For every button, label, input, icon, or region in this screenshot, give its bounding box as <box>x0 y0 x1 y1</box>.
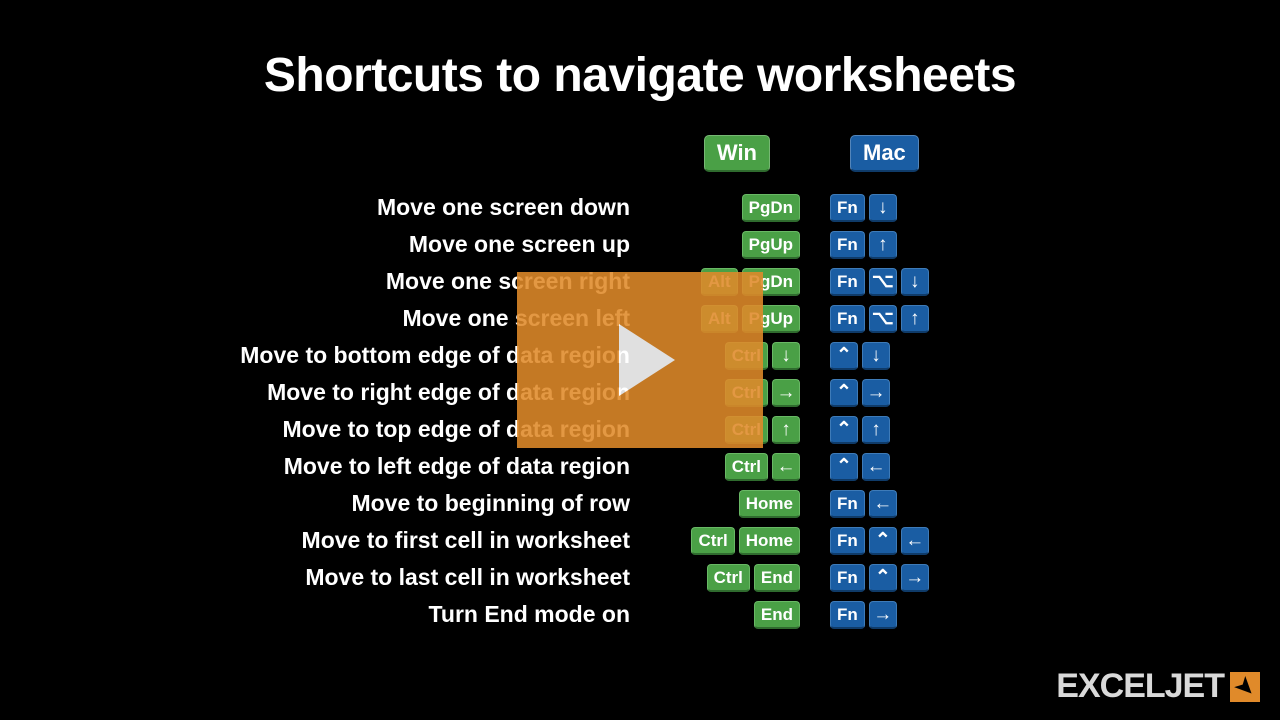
mac-keys: Fn↑ <box>820 231 1190 259</box>
keycap-mac: → <box>901 564 929 592</box>
keycap-mac: ⌃ <box>830 342 858 370</box>
keycap-win: Ctrl <box>707 564 750 592</box>
keycap-win: ↓ <box>772 342 800 370</box>
keycap-mac: Fn <box>830 305 865 333</box>
win-keys: CtrlEnd <box>650 564 820 592</box>
table-row: Turn End mode on End Fn→ <box>90 596 1190 633</box>
keycap-mac: Fn <box>830 490 865 518</box>
shortcut-label: Move to last cell in worksheet <box>90 564 650 591</box>
brand-text: EXCELJET <box>1056 667 1224 706</box>
keycap-mac: ⌥ <box>869 305 897 333</box>
win-keys: Ctrl← <box>650 453 820 481</box>
play-icon <box>619 324 675 396</box>
mac-keys: ⌃→ <box>820 379 1190 407</box>
keycap-win: Home <box>739 490 800 518</box>
shortcut-label: Move one screen up <box>90 231 650 258</box>
mac-keys: Fn⌃→ <box>820 564 1190 592</box>
mac-keys: Fn← <box>820 490 1190 518</box>
page-title: Shortcuts to navigate worksheets <box>0 48 1280 103</box>
keycap-mac: ↑ <box>869 231 897 259</box>
shortcut-label: Move to first cell in worksheet <box>90 527 650 554</box>
shortcut-label: Move to beginning of row <box>90 490 650 517</box>
win-keys: CtrlHome <box>650 527 820 555</box>
win-keys: PgUp <box>650 231 820 259</box>
keycap-mac: ↓ <box>869 194 897 222</box>
shortcut-label: Turn End mode on <box>90 601 650 628</box>
table-headers: Win Mac <box>90 135 1190 171</box>
keycap-mac: ⌃ <box>869 564 897 592</box>
mac-keys: Fn⌥↓ <box>820 268 1190 296</box>
keycap-mac: ⌃ <box>830 416 858 444</box>
keycap-mac: ⌥ <box>869 268 897 296</box>
keycap-mac: Fn <box>830 601 865 629</box>
keycap-mac: Fn <box>830 194 865 222</box>
shortcut-label: Move to left edge of data region <box>90 453 650 480</box>
keycap-mac: ↑ <box>862 416 890 444</box>
win-keys: End <box>650 601 820 629</box>
keycap-mac: → <box>869 601 897 629</box>
table-row: Move to first cell in worksheetCtrlHomeF… <box>90 522 1190 559</box>
keycap-win: → <box>772 379 800 407</box>
keycap-win: Ctrl <box>725 453 768 481</box>
keycap-win: ← <box>772 453 800 481</box>
keycap-win: End <box>754 601 800 629</box>
keycap-mac: Fn <box>830 564 865 592</box>
brand-logo: EXCELJET ➤ <box>1056 667 1260 706</box>
brand-icon: ➤ <box>1230 672 1260 702</box>
keycap-win: ↑ <box>772 416 800 444</box>
table-row: Move one screen down PgDn Fn↓ <box>90 189 1190 226</box>
mac-keys: ⌃← <box>820 453 1190 481</box>
shortcut-label: Move one screen down <box>90 194 650 221</box>
table-row: Move to last cell in worksheetCtrlEndFn⌃… <box>90 559 1190 596</box>
mac-keys: Fn→ <box>820 601 1190 629</box>
keycap-mac: ⌃ <box>830 379 858 407</box>
keycap-mac: Fn <box>830 268 865 296</box>
keycap-win: PgUp <box>742 231 800 259</box>
play-button[interactable] <box>517 272 763 448</box>
mac-keys: ⌃↑ <box>820 416 1190 444</box>
table-row: Move one screen up PgUp Fn↑ <box>90 226 1190 263</box>
win-keys: PgDn <box>650 194 820 222</box>
mac-keys: Fn⌥↑ <box>820 305 1190 333</box>
keycap-win: End <box>754 564 800 592</box>
header-mac: Mac <box>850 135 919 172</box>
keycap-mac: Fn <box>830 527 865 555</box>
mac-keys: Fn↓ <box>820 194 1190 222</box>
table-row: Move to beginning of row Home Fn← <box>90 485 1190 522</box>
keycap-win: Home <box>739 527 800 555</box>
header-win: Win <box>704 135 770 172</box>
keycap-win: Ctrl <box>691 527 734 555</box>
keycap-mac: ⌃ <box>869 527 897 555</box>
keycap-mac: ↓ <box>862 342 890 370</box>
keycap-win: PgDn <box>742 194 800 222</box>
mac-keys: Fn⌃← <box>820 527 1190 555</box>
keycap-mac: ← <box>862 453 890 481</box>
keycap-mac: ← <box>869 490 897 518</box>
table-row: Move to left edge of data regionCtrl←⌃← <box>90 448 1190 485</box>
mac-keys: ⌃↓ <box>820 342 1190 370</box>
keycap-mac: ↓ <box>901 268 929 296</box>
keycap-mac: → <box>862 379 890 407</box>
keycap-mac: ← <box>901 527 929 555</box>
keycap-mac: ⌃ <box>830 453 858 481</box>
win-keys: Home <box>650 490 820 518</box>
keycap-mac: Fn <box>830 231 865 259</box>
keycap-mac: ↑ <box>901 305 929 333</box>
